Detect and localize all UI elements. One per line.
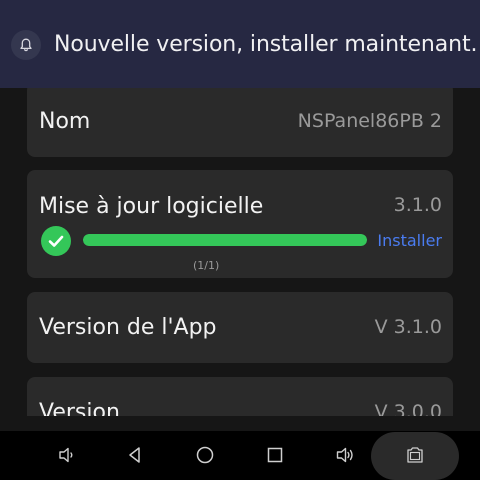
bell-icon bbox=[11, 30, 41, 60]
update-progress-bar bbox=[83, 234, 367, 246]
app-version-label: Version de l'App bbox=[39, 315, 217, 340]
update-notification-banner[interactable]: Nouvelle version, installer maintenant. bbox=[0, 0, 480, 88]
navigation-bar bbox=[0, 431, 480, 480]
name-row[interactable]: Nom NSPanel86PB 2 bbox=[27, 82, 453, 157]
notification-text: Nouvelle version, installer maintenant. bbox=[54, 32, 478, 57]
home-icon[interactable] bbox=[192, 442, 218, 468]
volume-down-icon[interactable] bbox=[53, 442, 79, 468]
software-update-row[interactable]: Mise à jour logicielle 3.1.0 Installer (… bbox=[27, 170, 453, 278]
update-progress-count: (1/1) bbox=[193, 259, 220, 272]
version-value: V 3.0.0 bbox=[374, 401, 442, 416]
version-label: Version bbox=[39, 400, 120, 416]
version-row[interactable]: Version V 3.0.0 bbox=[27, 377, 453, 416]
update-progress-fill bbox=[83, 234, 367, 246]
name-value: NSPanel86PB 2 bbox=[297, 110, 442, 132]
name-label: Nom bbox=[39, 109, 91, 134]
screenshot-icon[interactable] bbox=[402, 442, 428, 468]
volume-up-icon[interactable] bbox=[332, 442, 358, 468]
app-version-row[interactable]: Version de l'App V 3.1.0 bbox=[27, 292, 453, 363]
device-screen: Nom NSPanel86PB 2 Mise à jour logicielle… bbox=[0, 0, 480, 480]
software-update-label: Mise à jour logicielle bbox=[39, 194, 264, 219]
software-update-version: 3.1.0 bbox=[393, 194, 442, 216]
check-circle-icon bbox=[41, 226, 71, 256]
back-icon[interactable] bbox=[122, 442, 148, 468]
app-version-value: V 3.1.0 bbox=[374, 316, 442, 338]
recents-icon[interactable] bbox=[262, 442, 288, 468]
install-button[interactable]: Installer bbox=[377, 231, 442, 251]
